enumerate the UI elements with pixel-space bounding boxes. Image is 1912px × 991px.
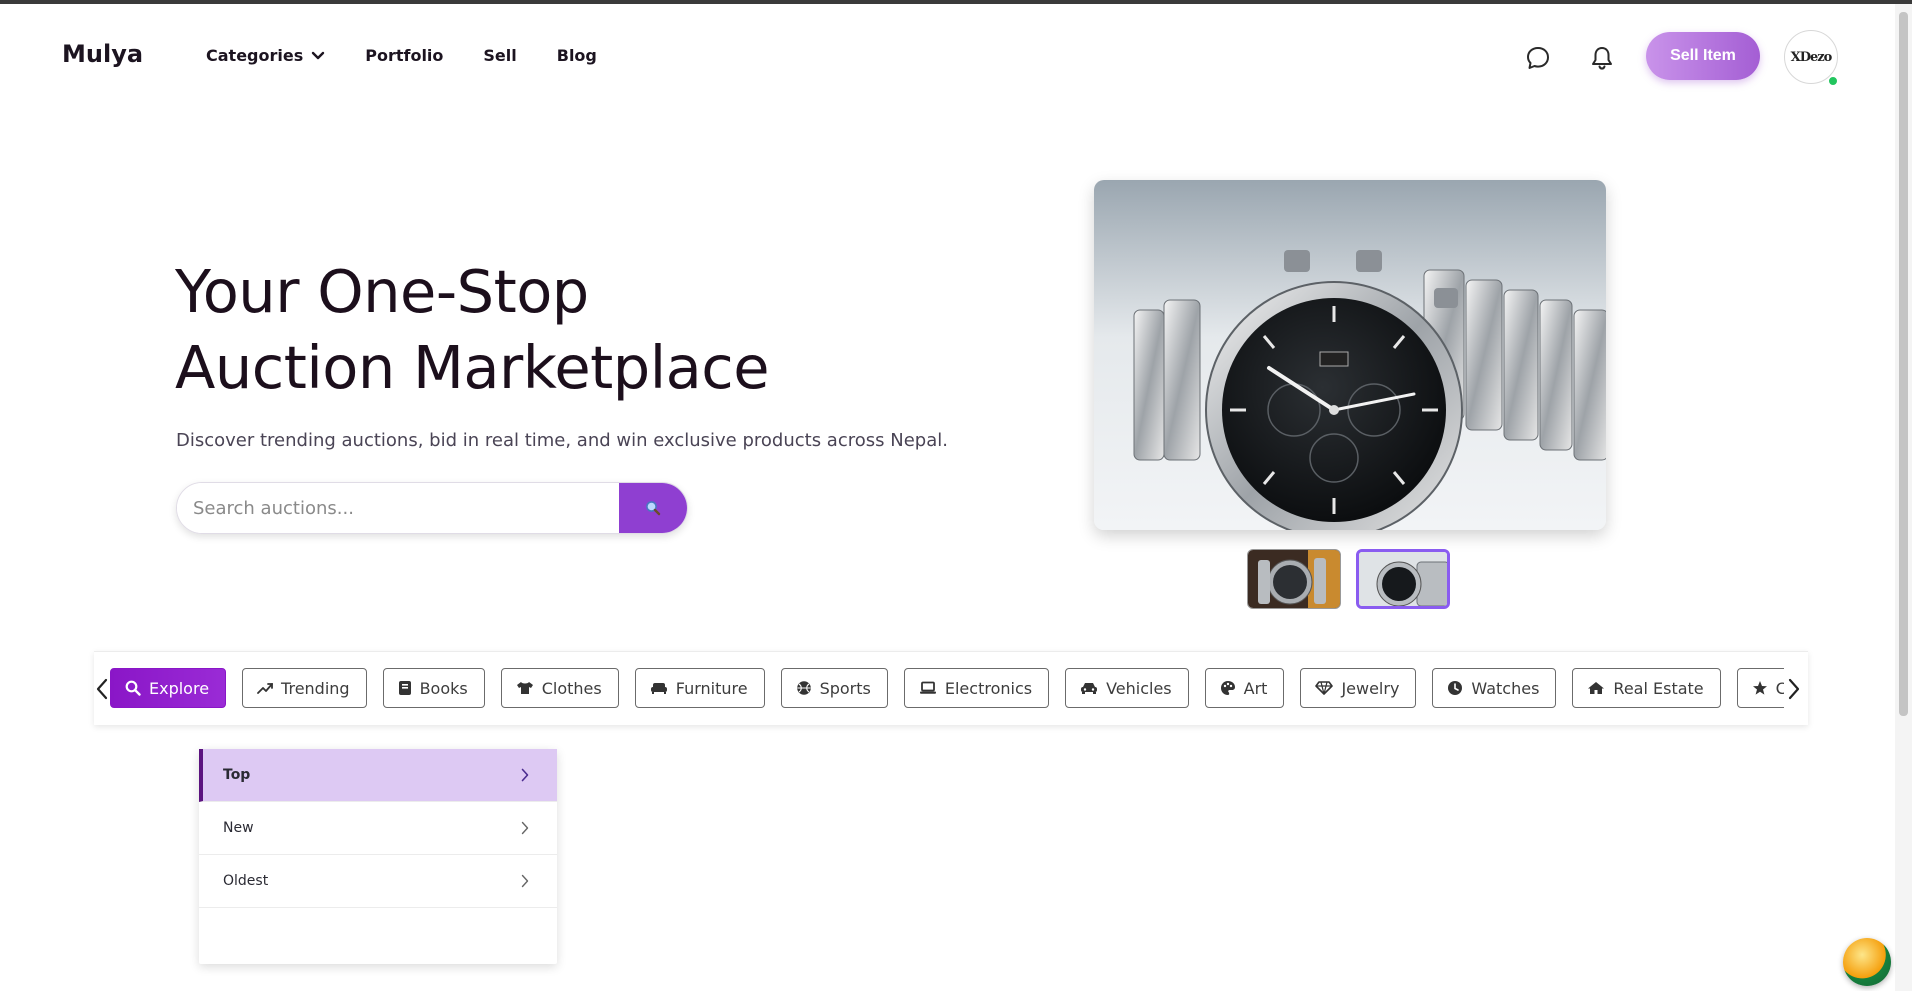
ball-icon [796,681,811,695]
watch-illustration [1094,180,1606,530]
category-chip-vehicles[interactable]: Vehicles [1065,668,1189,708]
search-bar [176,482,688,534]
category-scroll-left[interactable] [92,674,112,704]
laptop-icon [919,681,936,694]
site-header: Mulya Categories Portfolio Sell Blog Sel… [0,4,1895,104]
gem-icon [1315,681,1334,695]
online-status-dot [1828,76,1838,86]
car-icon [1081,683,1098,694]
category-chip-electronics[interactable]: Electronics [903,668,1050,708]
category-chip-label: Clothes [541,678,602,698]
avatar-logo-text: XDezo [1790,49,1833,65]
chevron-right-icon [1788,678,1800,700]
category-chip-label: Electronics [944,678,1033,698]
nav-portfolio[interactable]: Portfolio [365,46,443,65]
category-chip-art[interactable]: Art [1204,668,1285,708]
category-chip-label: Trending [281,678,350,698]
category-chip-sports[interactable]: Sports [780,668,888,708]
chevron-left-icon [96,678,108,700]
watch-thumbnail-image [1359,552,1447,606]
main-nav: Categories Portfolio Sell Blog [206,46,637,65]
sort-option-oldest[interactable]: Oldest [199,855,557,908]
hero-title-line-2: Auction Marketplace [175,333,770,402]
category-chip-label: Real Estate [1613,678,1704,698]
search-button[interactable] [619,483,687,533]
hero-title-line-1: Your One-Stop [175,257,589,326]
book-icon [398,681,411,695]
sort-option-label: Top [223,767,251,783]
palette-icon [1220,681,1235,695]
star-icon [1752,681,1767,695]
sell-item-button[interactable]: Sell Item [1646,32,1760,80]
category-chip-watches[interactable]: Watches [1432,668,1557,708]
sort-menu: Top New Oldest [199,749,557,964]
trending-icon [257,683,273,694]
sort-option-label: Oldest [223,873,269,889]
chat-bubble-icon[interactable] [1524,44,1552,72]
couch-icon [650,683,667,694]
category-chip-label: Vehicles [1106,678,1172,698]
site-logo[interactable]: Mulya [62,40,143,68]
category-chip-label: Furniture [675,678,748,698]
category-chip-explore[interactable]: Explore [110,668,227,708]
bell-icon[interactable] [1588,44,1616,72]
category-chip-label: Jewelry [1341,678,1400,698]
featured-product-image[interactable] [1094,180,1606,530]
nav-categories-label: Categories [206,46,304,65]
category-chip-label: Collectibles [1775,678,1784,698]
category-scroll-right[interactable] [1784,674,1804,704]
search-icon [125,680,141,696]
search-input[interactable] [177,483,619,533]
sort-option-new[interactable]: New [199,802,557,855]
category-chip-collectibles[interactable]: Collectibles [1736,668,1784,708]
floating-island-icon[interactable] [1843,938,1891,986]
gallery-thumbnail-1[interactable] [1247,549,1341,609]
chevron-right-icon [521,821,529,835]
category-chip-label: Explore [149,678,210,698]
category-chip-label: Art [1243,678,1268,698]
nav-blog[interactable]: Blog [557,46,597,65]
category-scroller[interactable]: Explore Trending Books Clothes Furniture… [110,668,1784,710]
category-chip-real-estate[interactable]: Real Estate [1572,668,1721,708]
house-icon [1588,682,1605,694]
gallery-thumbnail-2[interactable] [1356,549,1450,609]
category-chip-label: Watches [1471,678,1540,698]
category-chip-trending[interactable]: Trending [242,668,367,708]
category-chip-furniture[interactable]: Furniture [634,668,765,708]
category-bar: Explore Trending Books Clothes Furniture… [94,651,1808,725]
clock-icon [1448,681,1463,695]
nav-categories[interactable]: Categories [206,46,325,65]
chevron-right-icon [521,768,529,782]
watch-thumbnail-image [1248,550,1340,608]
nav-sell[interactable]: Sell [483,46,516,65]
category-chip-clothes[interactable]: Clothes [500,668,619,708]
category-chip-books[interactable]: Books [382,668,485,708]
sort-option-top[interactable]: Top [199,749,557,802]
shirt-icon [516,682,533,694]
hero-subtitle: Discover trending auctions, bid in real … [176,430,948,451]
sort-option-label: New [223,820,254,836]
page-scrollbar-thumb[interactable] [1899,12,1908,716]
chevron-down-icon [312,51,325,59]
chevron-right-icon [521,874,529,888]
hero-title: Your One-Stop Auction Marketplace [175,254,770,406]
search-icon [646,501,661,516]
category-chip-jewelry[interactable]: Jewelry [1300,668,1417,708]
category-chip-label: Sports [819,678,871,698]
category-chip-label: Books [419,678,468,698]
